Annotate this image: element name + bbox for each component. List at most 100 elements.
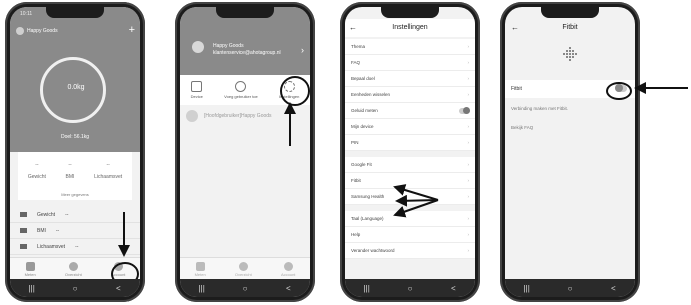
toggle-highlight: [606, 82, 632, 100]
goal-text: Doel: 56.1kg: [60, 134, 90, 140]
settings-item-fitbit[interactable]: Fitbit ›: [345, 173, 475, 189]
list-item[interactable]: Lichaamsvet --: [10, 239, 140, 255]
settings-item-google-fit[interactable]: Google Fit ›: [345, 157, 475, 173]
chevron-right-icon: ›: [467, 248, 470, 253]
notch: [381, 7, 439, 18]
recents-icon[interactable]: |||: [190, 284, 214, 293]
measure-icon: [25, 262, 35, 271]
add-user-icon: [235, 81, 247, 92]
home-icon[interactable]: ○: [558, 284, 582, 293]
phone-4-screen: ← Fitbit Fitbit Verbinding maken met Fit…: [505, 7, 635, 297]
recents-icon[interactable]: |||: [20, 284, 44, 293]
phone-3: ← Instellingen Thema › FAQ › Bepaal doel › …: [340, 2, 480, 302]
measure-icon: [195, 262, 205, 271]
user-switcher[interactable]: Happy Goods: [16, 27, 58, 35]
profile-email: klantenservice@ahotagroup.nl: [213, 50, 281, 56]
settings-item-sound[interactable]: Geluid meten: [345, 103, 475, 119]
settings-highlight: [280, 76, 310, 106]
settings-item-password[interactable]: Verander wachtwoord ›: [345, 243, 475, 259]
settings-list: Thema › FAQ › Bepaal doel › Eenheden wissel…: [345, 39, 475, 259]
phone-1-screen: 10:11 Happy Goods + 0.0kg Doel: 56.1kg -…: [10, 7, 140, 297]
tab-meten[interactable]: Meten: [195, 262, 206, 277]
fitbit-header: ← Fitbit: [505, 19, 635, 37]
status-time: 10:11: [20, 11, 33, 17]
chevron-right-icon: ›: [467, 216, 470, 221]
settings-item-device[interactable]: Mijn device ›: [345, 119, 475, 135]
android-nav-bar: ||| ○ <: [10, 279, 140, 297]
weight-value: 0.0kg: [67, 84, 85, 91]
stat-bmi: -- BMI: [65, 162, 75, 180]
header-panel: 10:11 Happy Goods + 0.0kg Doel: 56.1kg: [10, 7, 140, 152]
phone-3-screen: ← Instellingen Thema › FAQ › Bepaal doel › …: [345, 7, 475, 297]
fitbit-row-label: Fitbit: [511, 86, 522, 92]
sound-toggle[interactable]: [459, 107, 470, 114]
more-data-link[interactable]: Meer gegevens: [18, 192, 132, 197]
settings-item-language[interactable]: Taal (Language) ›: [345, 211, 475, 227]
chevron-right-icon: ›: [467, 92, 470, 97]
faq-link[interactable]: Bekijk FAQ: [511, 125, 533, 130]
scale-icon: [20, 212, 27, 217]
phone-1: 10:11 Happy Goods + 0.0kg Doel: 56.1kg -…: [5, 2, 145, 302]
profile-name: Happy Goods: [213, 43, 244, 49]
device-button[interactable]: Device: [191, 81, 203, 99]
fitbit-logo-icon: [563, 47, 577, 61]
recents-icon[interactable]: |||: [355, 284, 379, 293]
tab-overzicht[interactable]: Overzicht: [65, 262, 82, 277]
fitbit-description: Verbinding maken met Fitbit.: [511, 106, 569, 111]
chevron-right-icon: ›: [467, 60, 470, 65]
add-icon[interactable]: +: [129, 24, 135, 36]
notch: [216, 7, 274, 18]
android-nav-bar: ||| ○ <: [505, 279, 635, 297]
chevron-right-icon: ›: [467, 178, 470, 183]
account-icon: [283, 262, 293, 271]
chevron-right-icon: ›: [467, 140, 470, 145]
notch: [46, 7, 104, 18]
add-user-button[interactable]: Voeg gebruiker toe: [224, 81, 258, 99]
android-nav-bar: ||| ○ <: [345, 279, 475, 297]
home-icon[interactable]: ○: [63, 284, 87, 293]
back-icon[interactable]: <: [601, 284, 625, 293]
avatar: [16, 27, 24, 35]
tab-overzicht[interactable]: Overzicht: [235, 262, 252, 277]
page-title: Fitbit: [562, 24, 578, 31]
stat-bodyfat: -- Lichaamsvet: [94, 162, 123, 180]
stat-weight: -- Gewicht: [27, 162, 46, 180]
settings-item-goal[interactable]: Bepaal doel ›: [345, 71, 475, 87]
user-row[interactable]: [Hoofdgebruiker]Happy Goods: [186, 110, 304, 122]
avatar: [192, 41, 204, 53]
back-icon[interactable]: <: [106, 284, 130, 293]
chevron-right-icon: ›: [467, 44, 470, 49]
device-icon: [191, 81, 203, 92]
chevron-right-icon: ›: [467, 162, 470, 167]
chevron-right-icon: ›: [467, 194, 470, 199]
list-item[interactable]: BMI --: [10, 223, 140, 239]
list-item[interactable]: Gewicht --: [10, 207, 140, 223]
settings-item-pin[interactable]: PIN ›: [345, 135, 475, 151]
back-arrow-icon[interactable]: ←: [511, 19, 519, 37]
tab-account[interactable]: Account: [281, 262, 295, 277]
home-icon[interactable]: ○: [233, 284, 257, 293]
bodyfat-icon: [20, 244, 27, 249]
settings-item-thema[interactable]: Thema ›: [345, 39, 475, 55]
settings-item-units[interactable]: Eenheden wisselen ›: [345, 87, 475, 103]
settings-item-samsung-health[interactable]: Samsung Health ›: [345, 189, 475, 205]
chevron-right-icon: ›: [467, 232, 470, 237]
chevron-right-icon: ›: [467, 124, 470, 129]
stats-card: -- Gewicht -- BMI -- Lichaamsvet Meer gegev…: [18, 152, 132, 200]
back-arrow-icon[interactable]: ←: [349, 19, 357, 37]
notch: [541, 7, 599, 18]
back-icon[interactable]: <: [276, 284, 300, 293]
settings-header: ← Instellingen: [345, 19, 475, 37]
overview-icon: [238, 262, 248, 271]
recents-icon[interactable]: |||: [515, 284, 539, 293]
tab-meten[interactable]: Meten: [25, 262, 36, 277]
settings-item-help[interactable]: Help ›: [345, 227, 475, 243]
home-icon[interactable]: ○: [398, 284, 422, 293]
page-title: Instellingen: [392, 24, 428, 31]
phone-2: Happy Goods klantenservice@ahotagroup.nl…: [175, 2, 315, 302]
back-icon[interactable]: <: [441, 284, 465, 293]
metrics-list: Gewicht -- BMI -- Lichaamsvet --: [10, 207, 140, 255]
bmi-icon: [20, 228, 27, 233]
settings-item-faq[interactable]: FAQ ›: [345, 55, 475, 71]
bottom-tabs: Meten Overzicht Account: [180, 257, 310, 279]
